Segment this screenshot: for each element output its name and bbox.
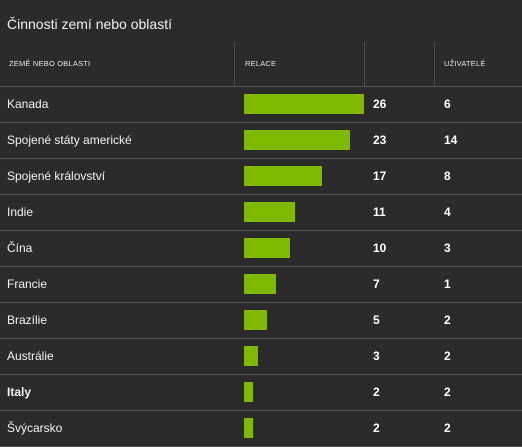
column-header-country[interactable]: ZEMĚ NEBO OBLASTI [9,59,90,68]
sessions-bar [244,130,350,150]
users-value: 4 [444,205,451,219]
sessions-bar [244,382,253,402]
sessions-bar [244,418,253,438]
sessions-value: 23 [373,133,387,147]
table-row[interactable]: Čína 10 3 [0,231,522,267]
sessions-value: 7 [373,277,380,291]
sessions-bar [244,166,322,186]
table-row[interactable]: Švýcarsko 2 2 [0,411,522,447]
table-row[interactable]: Austrálie 3 2 [0,339,522,375]
sessions-value: 26 [373,97,387,111]
country-name: Francie [7,277,48,291]
sessions-value: 3 [373,349,380,363]
users-value: 2 [444,349,451,363]
column-divider [364,42,365,86]
table-row[interactable]: Kanada 26 6 [0,87,522,123]
country-name: Austrálie [7,349,54,363]
table-row[interactable]: Spojené státy americké 23 14 [0,123,522,159]
table-row[interactable]: Italy 2 2 [0,375,522,411]
country-name: Kanada [7,97,49,111]
column-header-users[interactable]: UŽIVATELÉ [444,59,486,68]
table-header: ZEMĚ NEBO OBLASTI RELACE UŽIVATELÉ [0,42,522,87]
users-value: 8 [444,169,451,183]
sessions-bar [244,310,267,330]
table-row[interactable]: Spojené království 17 8 [0,159,522,195]
sessions-bar [244,94,364,114]
sessions-bar [244,346,258,366]
sessions-bar [244,202,295,222]
users-value: 2 [444,313,451,327]
country-name: Indie [7,205,34,219]
users-value: 6 [444,97,451,111]
panel-title: Činnosti zemí nebo oblastí [7,16,172,32]
sessions-bar [244,274,276,294]
sessions-value: 10 [373,241,387,255]
table-row[interactable]: Brazílie 5 2 [0,303,522,339]
country-name: Spojené státy americké [7,133,132,147]
table-row[interactable]: Francie 7 1 [0,267,522,303]
table-row[interactable]: Indie 11 4 [0,195,522,231]
column-divider [434,42,435,86]
users-value: 1 [444,277,451,291]
country-name: Švýcarsko [7,421,63,435]
sessions-bar [244,238,290,258]
country-table: ZEMĚ NEBO OBLASTI RELACE UŽIVATELÉ Kanad… [0,42,522,447]
country-name: Italy [7,385,32,399]
users-value: 3 [444,241,451,255]
table-body: Kanada 26 6 Spojené státy americké 23 14 Spoje… [0,87,522,447]
sessions-value: 11 [373,205,386,219]
users-value: 14 [444,133,458,147]
users-value: 2 [444,385,451,399]
sessions-value: 17 [373,169,387,183]
country-name: Brazílie [7,313,48,327]
sessions-value: 2 [373,385,380,399]
column-divider [234,42,235,86]
column-header-sessions[interactable]: RELACE [245,59,276,68]
sessions-value: 2 [373,421,380,435]
country-name: Spojené království [7,169,106,183]
users-value: 2 [444,421,451,435]
sessions-value: 5 [373,313,380,327]
country-name: Čína [7,241,33,255]
